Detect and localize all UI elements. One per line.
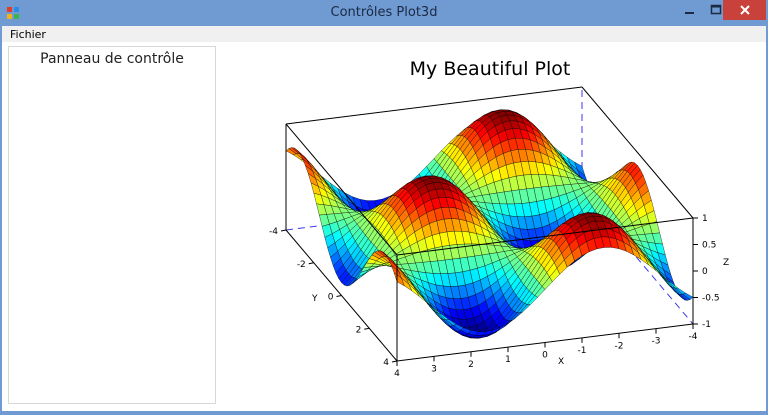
y-tick-label: -4 bbox=[269, 227, 278, 237]
z-tick-label: -0.5 bbox=[702, 294, 720, 304]
minimize-button[interactable] bbox=[678, 0, 702, 20]
x-tick-label: -2 bbox=[615, 341, 624, 351]
control-panel-title: Panneau de contrôle bbox=[9, 51, 215, 67]
y-tick-label: 2 bbox=[356, 325, 362, 335]
menu-bar: Fichier bbox=[2, 26, 766, 42]
surface-mesh bbox=[286, 110, 693, 339]
client-area: Panneau de contrôle My Beautiful Plot 4 3… bbox=[2, 42, 766, 411]
minimize-icon bbox=[684, 4, 696, 16]
maximize-icon bbox=[710, 4, 722, 16]
x-tick-label: 1 bbox=[505, 355, 511, 365]
close-button[interactable] bbox=[723, 0, 766, 20]
title-bar[interactable]: Contrôles Plot3d bbox=[0, 0, 768, 26]
x-tick-label: 2 bbox=[468, 360, 474, 370]
x-tick-label: 3 bbox=[431, 364, 437, 374]
x-tick-label: -1 bbox=[578, 346, 587, 356]
menu-file[interactable]: Fichier bbox=[10, 28, 46, 41]
window-title: Contrôles Plot3d bbox=[0, 5, 768, 20]
z-tick-label: 0 bbox=[702, 267, 708, 277]
x-tick-label: 0 bbox=[542, 351, 548, 361]
y-tick-label: -2 bbox=[297, 260, 306, 270]
x-axis-label: X bbox=[558, 357, 564, 367]
plot-area[interactable]: My Beautiful Plot 4 3 2 1 0 -1 -2 -3 -4 -4 -2 0 2 4 1 0… bbox=[218, 42, 766, 411]
surface-plot[interactable]: My Beautiful Plot 4 3 2 1 0 -1 -2 -3 -4 -4 -2 0 2 4 1 0… bbox=[218, 42, 766, 411]
y-tick-label: 0 bbox=[328, 293, 334, 303]
x-tick-label: 4 bbox=[394, 369, 400, 379]
close-icon bbox=[739, 4, 751, 16]
z-axis-label: Z bbox=[723, 258, 729, 268]
y-tick-label: 4 bbox=[383, 358, 389, 368]
app-window: Contrôles Plot3d Fichier Panneau de cont… bbox=[0, 0, 768, 413]
plot-title: My Beautiful Plot bbox=[410, 58, 571, 80]
y-axis-label: Y bbox=[311, 294, 318, 304]
z-tick-label: 0.5 bbox=[702, 241, 716, 251]
x-tick-label: -3 bbox=[652, 337, 661, 347]
x-tick-label: -4 bbox=[689, 332, 698, 342]
control-panel: Panneau de contrôle bbox=[8, 46, 216, 404]
z-tick-label: -1 bbox=[702, 320, 711, 330]
z-tick-label: 1 bbox=[702, 214, 708, 224]
